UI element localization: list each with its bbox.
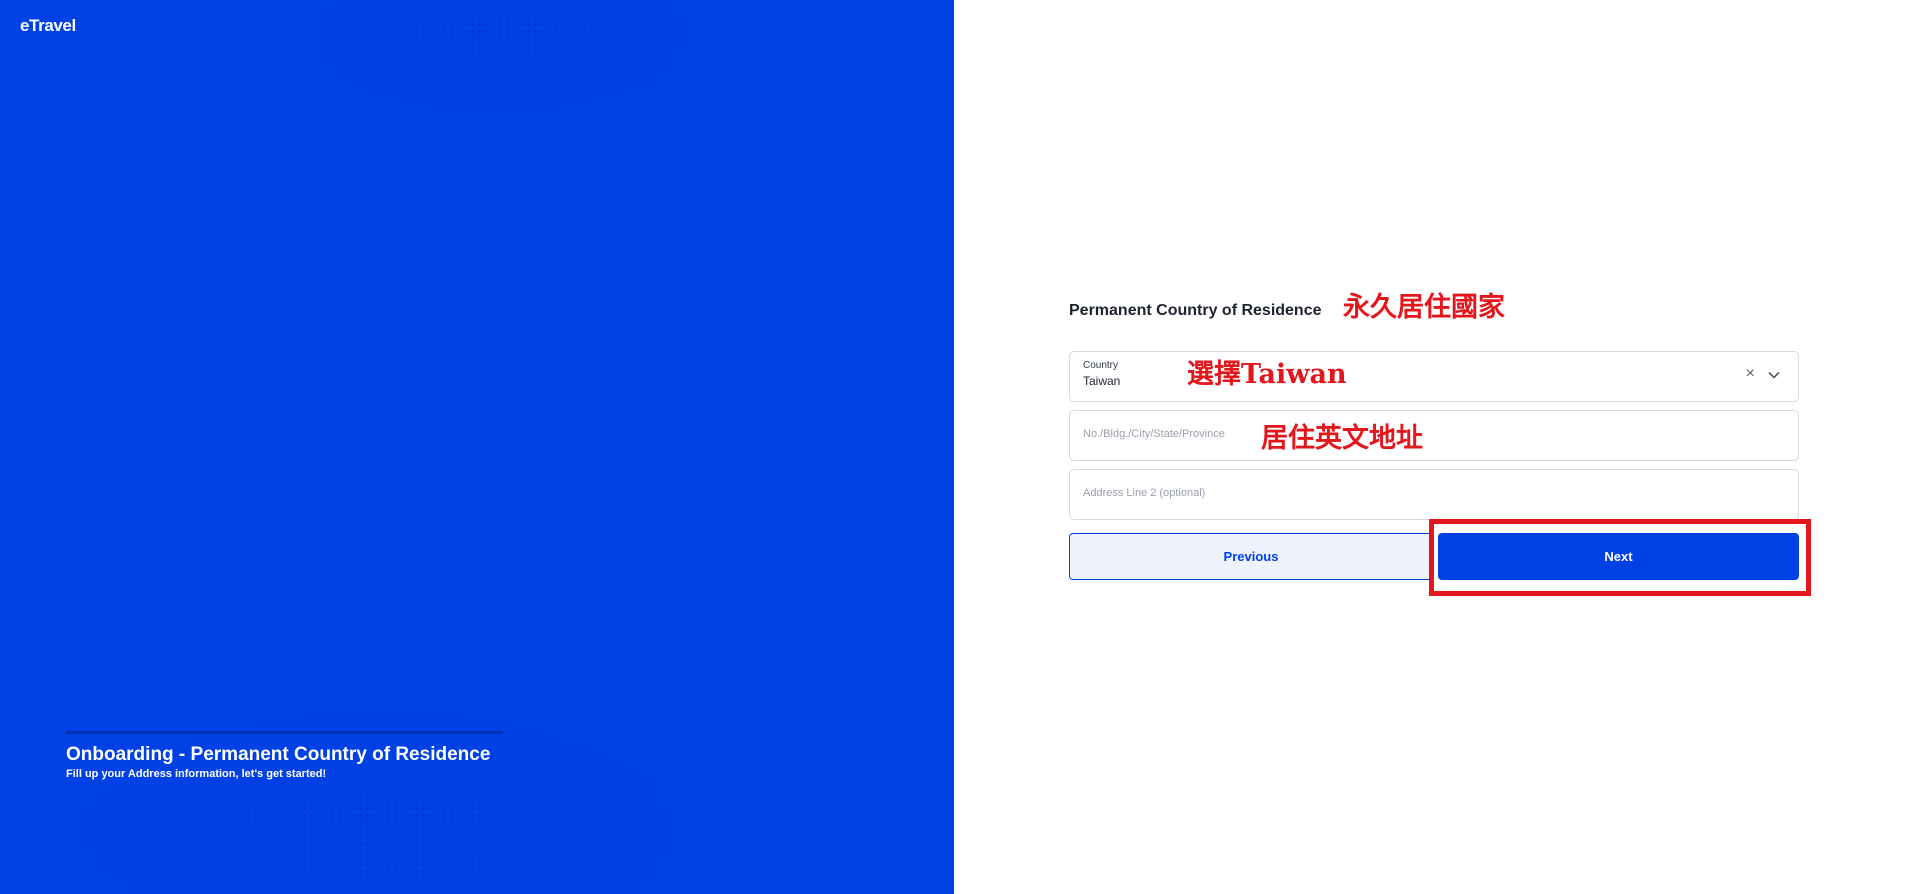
- annotation-country-note: 選擇Taiwan: [1187, 359, 1347, 390]
- previous-button[interactable]: Previous: [1069, 533, 1433, 580]
- address-line1-placeholder: No./Bldg./City/State/Province: [1083, 428, 1225, 440]
- onboarding-subtitle: Fill up your Address information, let's …: [66, 768, 327, 780]
- chevron-down-icon[interactable]: [1768, 371, 1780, 379]
- brand-panel: eTravel Onboarding - Permanent Country o…: [0, 0, 954, 894]
- annotation-section-note: 永久居住國家: [1343, 292, 1505, 323]
- annotation-highlight-box: [1429, 519, 1811, 596]
- annotation-address-note: 居住英文地址: [1261, 423, 1423, 454]
- address-line2-input[interactable]: Address Line 2 (optional): [1069, 469, 1799, 520]
- country-label: Country: [1083, 360, 1119, 371]
- etravel-logo[interactable]: eTravel: [20, 16, 76, 36]
- onboarding-title: Onboarding - Permanent Country of Reside…: [66, 744, 491, 765]
- address-line2-placeholder: Address Line 2 (optional): [1083, 487, 1206, 499]
- clear-icon[interactable]: ×: [1746, 365, 1755, 383]
- onboarding-info: Onboarding - Permanent Country of Reside…: [66, 731, 503, 780]
- country-select[interactable]: Country Taiwan ×: [1069, 351, 1799, 402]
- address-line1-input[interactable]: No./Bldg./City/State/Province: [1069, 410, 1799, 461]
- section-title: Permanent Country of Residence: [1069, 302, 1322, 319]
- country-value: Taiwan: [1083, 374, 1121, 388]
